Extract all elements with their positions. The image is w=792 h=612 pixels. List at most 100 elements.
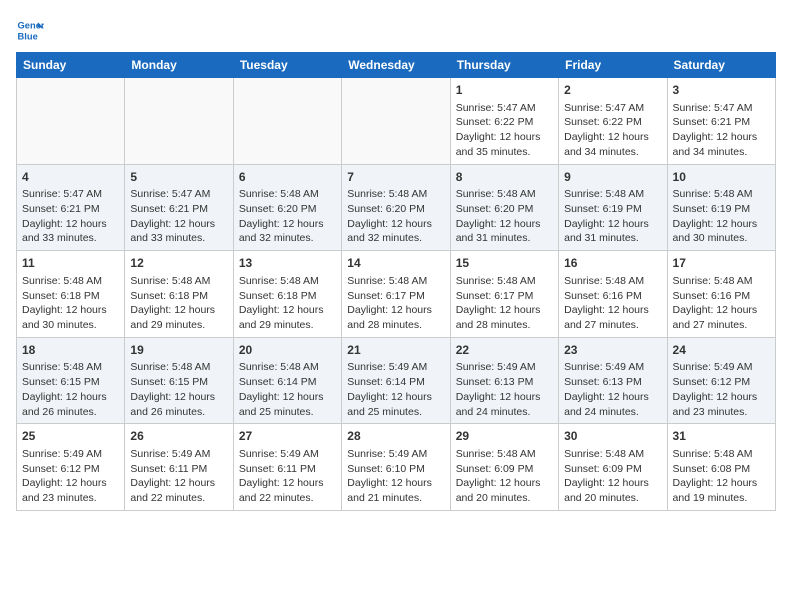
day-info-line: Sunrise: 5:48 AM <box>456 447 553 462</box>
day-info-line: and 31 minutes. <box>564 231 661 246</box>
day-info-line: Sunset: 6:22 PM <box>456 115 553 130</box>
day-info-line: and 27 minutes. <box>673 318 770 333</box>
day-number: 9 <box>564 169 661 186</box>
calendar-cell: 18Sunrise: 5:48 AMSunset: 6:15 PMDayligh… <box>17 337 125 424</box>
day-info-line: Sunrise: 5:48 AM <box>239 274 336 289</box>
day-info-line: Sunset: 6:13 PM <box>456 375 553 390</box>
day-info-line: Daylight: 12 hours <box>22 217 119 232</box>
day-info-line: Daylight: 12 hours <box>130 303 227 318</box>
day-info-line: Sunrise: 5:48 AM <box>564 274 661 289</box>
calendar-cell: 6Sunrise: 5:48 AMSunset: 6:20 PMDaylight… <box>233 164 341 251</box>
day-info-line: Sunrise: 5:49 AM <box>22 447 119 462</box>
day-number: 10 <box>673 169 770 186</box>
week-row-2: 4Sunrise: 5:47 AMSunset: 6:21 PMDaylight… <box>17 164 776 251</box>
day-info-line: Daylight: 12 hours <box>130 476 227 491</box>
week-row-1: 1Sunrise: 5:47 AMSunset: 6:22 PMDaylight… <box>17 78 776 165</box>
calendar-cell: 19Sunrise: 5:48 AMSunset: 6:15 PMDayligh… <box>125 337 233 424</box>
day-number: 3 <box>673 82 770 99</box>
day-info-line: Sunrise: 5:49 AM <box>239 447 336 462</box>
calendar-cell: 20Sunrise: 5:48 AMSunset: 6:14 PMDayligh… <box>233 337 341 424</box>
day-info-line: and 24 minutes. <box>564 405 661 420</box>
day-info-line: and 30 minutes. <box>673 231 770 246</box>
week-row-5: 25Sunrise: 5:49 AMSunset: 6:12 PMDayligh… <box>17 424 776 511</box>
day-info-line: Daylight: 12 hours <box>239 476 336 491</box>
calendar-cell: 26Sunrise: 5:49 AMSunset: 6:11 PMDayligh… <box>125 424 233 511</box>
day-info-line: Daylight: 12 hours <box>347 217 444 232</box>
day-number: 23 <box>564 342 661 359</box>
day-info-line: Daylight: 12 hours <box>673 390 770 405</box>
day-number: 5 <box>130 169 227 186</box>
day-info-line: Sunset: 6:11 PM <box>239 462 336 477</box>
day-number: 24 <box>673 342 770 359</box>
day-info-line: Sunrise: 5:48 AM <box>673 447 770 462</box>
day-info-line: and 25 minutes. <box>347 405 444 420</box>
day-info-line: and 33 minutes. <box>130 231 227 246</box>
calendar-cell <box>17 78 125 165</box>
calendar-cell: 1 Sunrise: 5:47 AMSunset: 6:22 PMDaylight… <box>450 78 558 165</box>
day-info-line: Sunset: 6:20 PM <box>347 202 444 217</box>
day-info-line: and 23 minutes. <box>22 491 119 506</box>
day-number: 12 <box>130 255 227 272</box>
day-info-line: Sunset: 6:19 PM <box>564 202 661 217</box>
day-number: 28 <box>347 428 444 445</box>
calendar-cell <box>233 78 341 165</box>
day-header-monday: Monday <box>125 53 233 78</box>
day-header-friday: Friday <box>559 53 667 78</box>
day-info-line: Daylight: 12 hours <box>673 130 770 145</box>
day-info-line: Sunset: 6:21 PM <box>673 115 770 130</box>
day-info-line: Sunset: 6:20 PM <box>239 202 336 217</box>
day-info-line: Sunset: 6:12 PM <box>673 375 770 390</box>
day-info-line: Sunset: 6:22 PM <box>564 115 661 130</box>
calendar-cell: 3Sunrise: 5:47 AMSunset: 6:21 PMDaylight… <box>667 78 775 165</box>
calendar-table: SundayMondayTuesdayWednesdayThursdayFrid… <box>16 52 776 511</box>
day-info-line: Sunset: 6:18 PM <box>22 289 119 304</box>
day-info-line: Daylight: 12 hours <box>564 130 661 145</box>
calendar-header-row: SundayMondayTuesdayWednesdayThursdayFrid… <box>17 53 776 78</box>
day-info-line: Daylight: 12 hours <box>347 390 444 405</box>
day-number: 15 <box>456 255 553 272</box>
calendar-cell: 7Sunrise: 5:48 AMSunset: 6:20 PMDaylight… <box>342 164 450 251</box>
day-info-line: Sunrise: 5:49 AM <box>456 360 553 375</box>
day-info-line: Daylight: 12 hours <box>22 390 119 405</box>
day-info-line: Sunset: 6:17 PM <box>347 289 444 304</box>
day-number: 25 <box>22 428 119 445</box>
day-info-line: Daylight: 12 hours <box>347 476 444 491</box>
calendar-cell: 21Sunrise: 5:49 AMSunset: 6:14 PMDayligh… <box>342 337 450 424</box>
day-info-line: and 35 minutes. <box>456 145 553 160</box>
day-info-line: and 28 minutes. <box>347 318 444 333</box>
day-info-line: and 28 minutes. <box>456 318 553 333</box>
day-number: 13 <box>239 255 336 272</box>
day-info-line: Daylight: 12 hours <box>456 130 553 145</box>
day-number: 31 <box>673 428 770 445</box>
day-info-line: Sunrise: 5:47 AM <box>456 101 553 116</box>
day-info-line: Daylight: 12 hours <box>239 303 336 318</box>
day-info-line: Daylight: 12 hours <box>564 303 661 318</box>
day-info-line: Sunset: 6:14 PM <box>239 375 336 390</box>
day-info-line: and 34 minutes. <box>673 145 770 160</box>
day-header-sunday: Sunday <box>17 53 125 78</box>
day-info-line: Sunset: 6:17 PM <box>456 289 553 304</box>
day-number: 8 <box>456 169 553 186</box>
day-info-line: Sunrise: 5:48 AM <box>347 187 444 202</box>
day-info-line: and 34 minutes. <box>564 145 661 160</box>
day-info-line: Sunset: 6:10 PM <box>347 462 444 477</box>
day-info-line: Daylight: 12 hours <box>673 303 770 318</box>
day-info-line: Sunrise: 5:48 AM <box>130 360 227 375</box>
day-info-line: Sunset: 6:12 PM <box>22 462 119 477</box>
logo: General Blue <box>16 16 48 44</box>
day-info-line: Daylight: 12 hours <box>347 303 444 318</box>
calendar-cell: 2Sunrise: 5:47 AMSunset: 6:22 PMDaylight… <box>559 78 667 165</box>
day-info-line: Sunset: 6:18 PM <box>239 289 336 304</box>
day-info-line: Sunrise: 5:48 AM <box>239 187 336 202</box>
day-info-line: and 24 minutes. <box>456 405 553 420</box>
calendar-cell: 12Sunrise: 5:48 AMSunset: 6:18 PMDayligh… <box>125 251 233 338</box>
day-info-line: Sunrise: 5:47 AM <box>22 187 119 202</box>
day-info-line: and 26 minutes. <box>130 405 227 420</box>
day-info-line: Daylight: 12 hours <box>564 217 661 232</box>
day-number: 1 <box>456 82 553 99</box>
day-info-line: Sunrise: 5:47 AM <box>564 101 661 116</box>
day-info-line: Sunset: 6:19 PM <box>673 202 770 217</box>
day-number: 20 <box>239 342 336 359</box>
day-info-line: Sunset: 6:20 PM <box>456 202 553 217</box>
day-info-line: and 20 minutes. <box>564 491 661 506</box>
